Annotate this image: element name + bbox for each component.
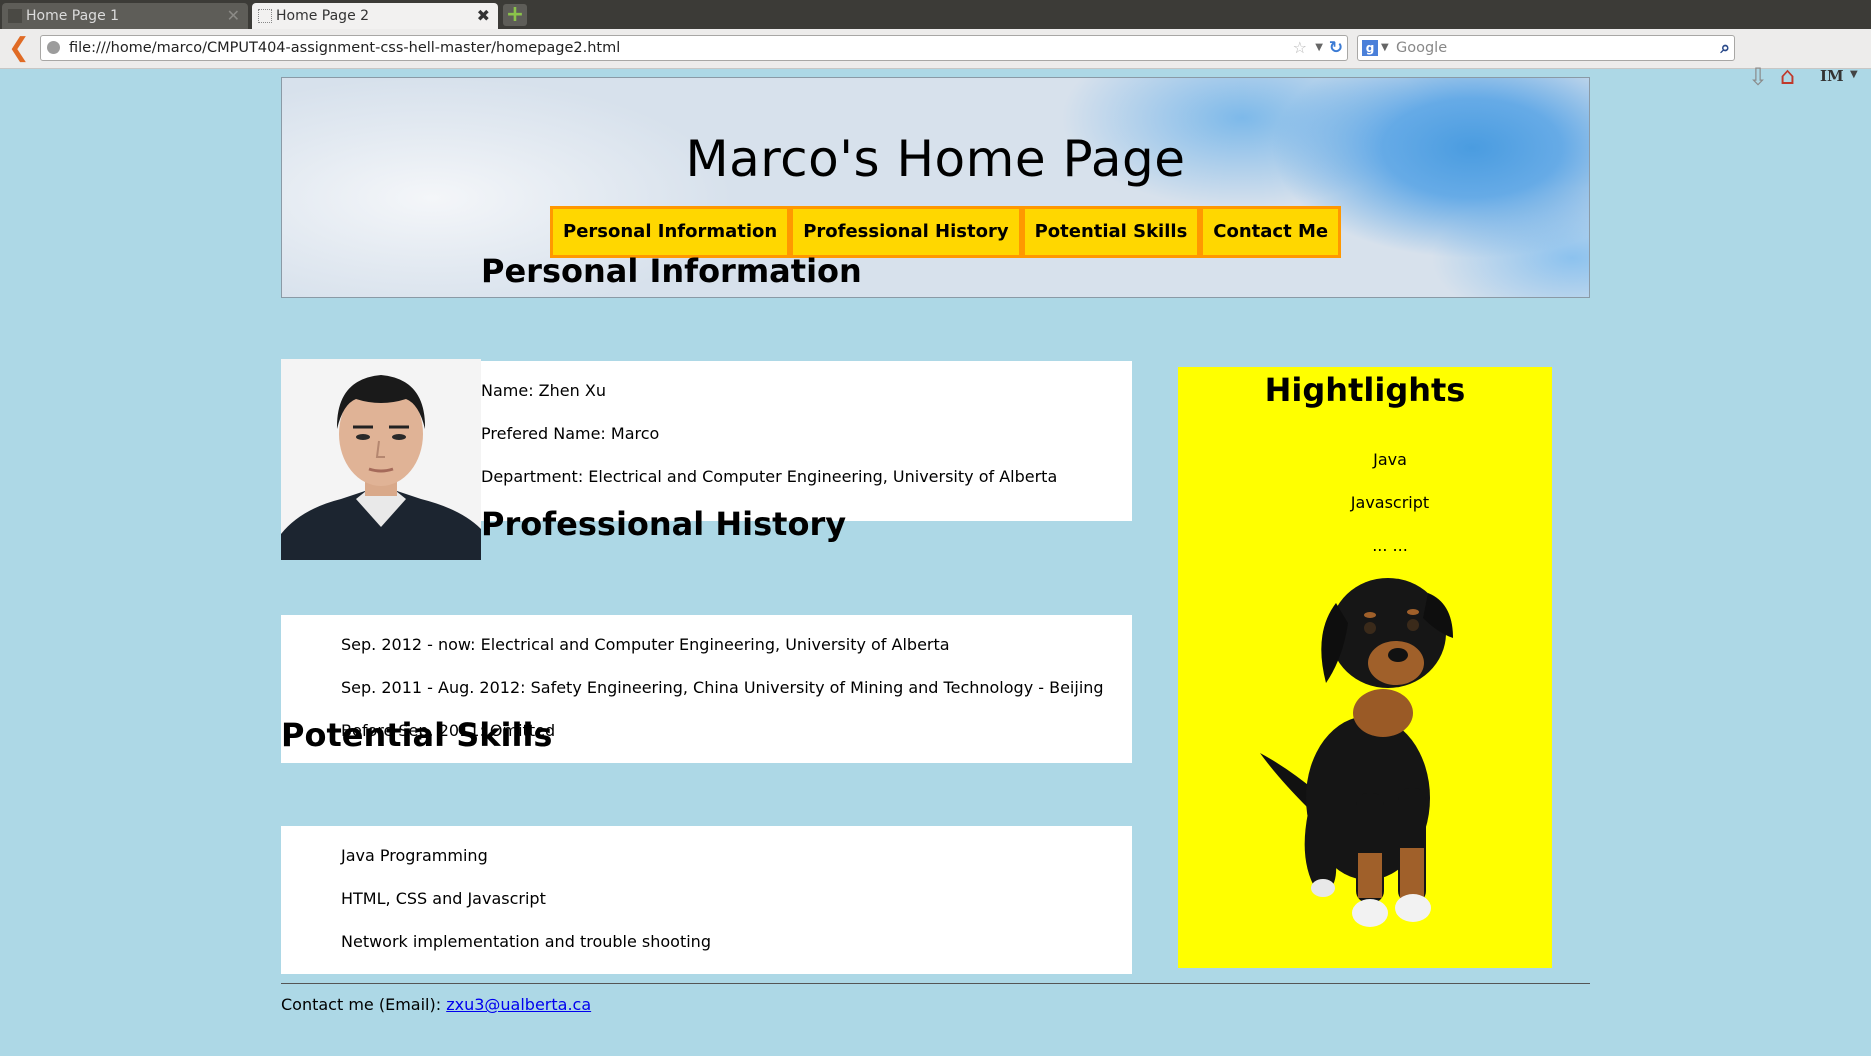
back-icon[interactable]: ❮: [8, 33, 30, 63]
chevron-down-icon[interactable]: ▼: [1381, 36, 1389, 60]
potential-skills-heading: Potential Skills: [281, 716, 553, 754]
highlight-item: Javascript: [1350, 493, 1430, 512]
footer-divider: [281, 983, 1590, 984]
chevron-down-icon[interactable]: ▼: [1315, 36, 1323, 60]
highlight-item: ... ...: [1372, 536, 1408, 555]
history-item: Sep. 2012 - now: Electrical and Computer…: [341, 635, 950, 654]
tab-label: Home Page 1: [26, 8, 120, 24]
personal-department: Department: Electrical and Computer Engi…: [481, 467, 1058, 486]
footer-contact: Contact me (Email): zxu3@ualberta.ca: [281, 995, 591, 1014]
highlights-title: Hightlights: [1264, 371, 1466, 409]
personal-info-heading: Personal Information: [481, 252, 862, 290]
page-body: Marco's Home Page Personal Information P…: [0, 68, 1871, 1056]
navigation-toolbar: ❮ file:///home/marco/CMPUT404-assignment…: [0, 29, 1871, 91]
skill-item: Java Programming: [341, 846, 488, 865]
person-portrait-icon: [281, 359, 481, 560]
skill-item: Network implementation and trouble shoot…: [341, 932, 711, 951]
main-nav: Personal Information Professional Histor…: [550, 206, 1342, 258]
browser-tab-home-page-2[interactable]: Home Page 2 ✖: [252, 3, 498, 29]
footer-label: Contact me (Email):: [281, 995, 447, 1014]
nav-contact-me[interactable]: Contact Me: [1200, 206, 1342, 258]
professional-history-heading: Professional History: [481, 505, 847, 543]
google-icon[interactable]: g: [1362, 40, 1378, 56]
page-header: Marco's Home Page Personal Information P…: [281, 77, 1590, 298]
nav-potential-skills[interactable]: Potential Skills: [1021, 206, 1201, 258]
globe-icon: [47, 41, 60, 54]
search-icon[interactable]: ⌕: [1720, 36, 1730, 60]
personal-preferred-name: Prefered Name: Marco: [481, 424, 660, 443]
puppy-image: [1260, 578, 1453, 927]
search-input[interactable]: Google: [1396, 36, 1447, 60]
nav-personal-information[interactable]: Personal Information: [550, 206, 791, 258]
reload-icon[interactable]: ↻: [1329, 36, 1343, 60]
star-icon[interactable]: ☆: [1293, 36, 1307, 60]
profile-photo: [281, 359, 481, 560]
page-title: Marco's Home Page: [685, 130, 1186, 188]
nav-professional-history[interactable]: Professional History: [790, 206, 1022, 258]
browser-tab-home-page-1[interactable]: Home Page 1 ✕: [2, 3, 248, 29]
new-tab-button[interactable]: +: [503, 4, 527, 26]
close-icon[interactable]: ✖: [477, 3, 490, 29]
highlights-panel: Hightlights Java Javascript ... ...: [1178, 367, 1552, 968]
search-bar[interactable]: g ▼ Google ⌕: [1357, 35, 1735, 61]
tab-bar: Home Page 1 ✕ Home Page 2 ✖ +: [0, 0, 1871, 29]
tab-label: Home Page 2: [276, 8, 370, 24]
highlight-item: Java: [1373, 450, 1407, 469]
history-item: Sep. 2011 - Aug. 2012: Safety Engineerin…: [341, 678, 1104, 697]
email-link[interactable]: zxu3@ualberta.ca: [446, 995, 591, 1014]
skill-item: HTML, CSS and Javascript: [341, 889, 546, 908]
url-bar[interactable]: file:///home/marco/CMPUT404-assignment-c…: [40, 35, 1348, 61]
personal-name: Name: Zhen Xu: [481, 381, 606, 400]
url-text[interactable]: file:///home/marco/CMPUT404-assignment-c…: [69, 36, 620, 60]
page-icon: [8, 9, 22, 23]
close-icon[interactable]: ✕: [227, 3, 240, 29]
page-icon: [258, 9, 272, 23]
